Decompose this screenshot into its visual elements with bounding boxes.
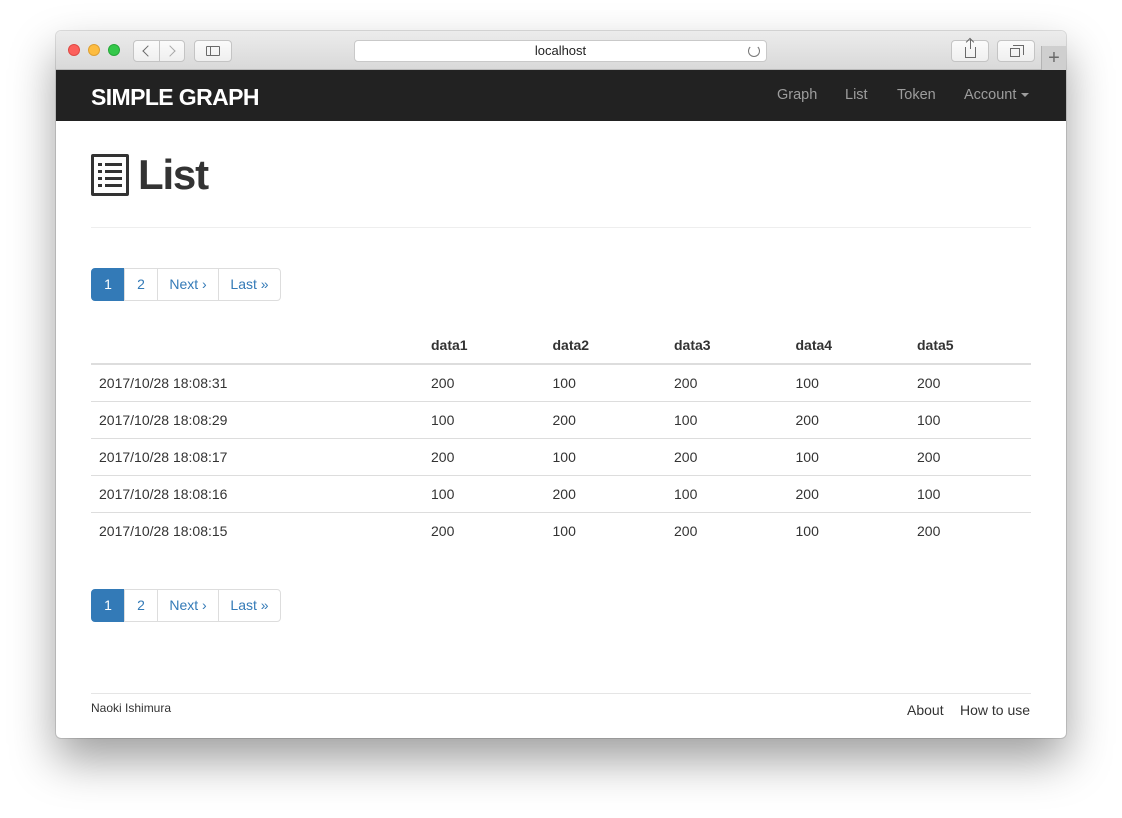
data-table: data1 data2 data3 data4 data5 2017/10/28…	[91, 327, 1031, 549]
cell-data3: 200	[666, 511, 788, 549]
cell-timestamp: 2017/10/28 18:08:31	[99, 374, 228, 391]
history-nav	[133, 40, 185, 62]
cell-data3: 200	[666, 437, 788, 475]
nav-link-graph[interactable]: Graph	[777, 87, 817, 103]
page-link-2[interactable]: 2	[124, 589, 158, 622]
caret-down-icon	[1021, 93, 1030, 98]
nav-account-label: Account	[964, 87, 1017, 103]
browser-window: localhost + SIMPLE GRAPH Graph List Toke…	[56, 31, 1066, 738]
reload-icon[interactable]	[748, 45, 760, 57]
nav-link-list[interactable]: List	[845, 87, 868, 103]
chevron-left-icon	[142, 45, 155, 57]
table-row: 2017/10/28 18:08:15 200 100 200 100 200	[91, 511, 1031, 549]
cell-data4: 100	[795, 374, 819, 391]
cell-data1: 100	[423, 474, 545, 512]
cell-data2: 200	[544, 400, 666, 438]
header-divider	[91, 227, 1031, 228]
page-link-last[interactable]: Last »	[218, 589, 281, 622]
tabs-icon	[1009, 45, 1024, 57]
sidebar-icon	[206, 46, 220, 56]
cell-data2: 100	[544, 437, 666, 475]
page-link-next[interactable]: Next ›	[157, 589, 219, 622]
cell-timestamp: 2017/10/28 18:08:16	[91, 474, 423, 512]
column-header-data2: data2	[544, 327, 666, 365]
cell-data4: 200	[787, 400, 909, 438]
cell-timestamp: 2017/10/28 18:08:17	[91, 437, 423, 475]
address-bar[interactable]: localhost	[354, 40, 767, 62]
nav-link-token[interactable]: Token	[897, 87, 936, 103]
maximize-window-button[interactable]	[108, 44, 120, 56]
column-header-data5: data5	[909, 327, 1031, 365]
cell-data1: 100	[423, 400, 545, 438]
table-row: 2017/10/28 18:08:29 100 200 100 200 100	[91, 400, 1031, 438]
page-link-2[interactable]: 2	[124, 268, 158, 301]
cell-data5: 200	[909, 437, 1031, 475]
sidebar-toggle-button[interactable]	[194, 40, 232, 62]
new-tab-button[interactable]: +	[1041, 46, 1066, 70]
cell-data5: 100	[909, 474, 1031, 512]
column-header-data1: data1	[423, 327, 545, 365]
page-link-next[interactable]: Next ›	[157, 268, 219, 301]
cell-timestamp: 2017/10/28 18:08:15	[91, 511, 423, 549]
list-alt-icon	[91, 154, 129, 196]
share-button[interactable]	[951, 39, 989, 62]
cell-data2: 200	[544, 474, 666, 512]
minimize-window-button[interactable]	[88, 44, 100, 56]
footer-link-how-to-use[interactable]: How to use	[960, 702, 1030, 718]
page-link-1[interactable]: 1	[91, 589, 125, 622]
cell-data4: 100	[787, 437, 909, 475]
page-link-1[interactable]: 1	[91, 268, 125, 301]
table-row: 2017/10/28 18:08:17 200 100 200 100 200	[91, 437, 1031, 475]
navbar: SIMPLE GRAPH Graph List Token Account	[56, 70, 1066, 121]
chevron-right-icon	[164, 45, 176, 57]
close-window-button[interactable]	[68, 44, 80, 56]
cell-data3: 100	[666, 474, 788, 512]
pagination-top: 1 2 Next › Last »	[91, 268, 281, 301]
column-header-data3: data3	[666, 327, 788, 365]
page-title-text: List	[138, 151, 209, 198]
cell-data3: 200	[674, 374, 698, 391]
cell-data1: 200	[423, 511, 545, 549]
back-button[interactable]	[134, 41, 159, 61]
footer-author: Naoki Ishimura	[91, 701, 172, 715]
cell-data4: 200	[787, 474, 909, 512]
cell-data3: 100	[666, 400, 788, 438]
cell-data2: 100	[544, 511, 666, 549]
brand-logo[interactable]: SIMPLE GRAPH	[91, 84, 259, 111]
page-link-last[interactable]: Last »	[218, 268, 281, 301]
nav-account-dropdown[interactable]: Account	[964, 87, 1030, 103]
table-header-row: data1 data2 data3 data4 data5	[91, 327, 1031, 365]
footer-divider	[91, 693, 1031, 694]
cell-data5: 200	[917, 374, 941, 391]
footer-link-about[interactable]: About	[907, 702, 944, 718]
column-header-data4: data4	[787, 327, 909, 365]
pagination-bottom: 1 2 Next › Last »	[91, 589, 281, 622]
cell-data5: 200	[909, 511, 1031, 549]
show-tabs-button[interactable]	[997, 40, 1035, 62]
browser-toolbar: localhost +	[56, 31, 1066, 70]
cell-timestamp: 2017/10/28 18:08:29	[91, 400, 423, 438]
cell-data1: 200	[431, 374, 455, 391]
column-header-timestamp	[91, 327, 423, 365]
page-title: List	[91, 151, 209, 199]
address-text: localhost	[534, 43, 587, 58]
forward-button[interactable]	[158, 41, 184, 61]
cell-data1: 200	[423, 437, 545, 475]
cell-data4: 100	[787, 511, 909, 549]
table-row: 2017/10/28 18:08:31 200 100 200 100 200	[91, 364, 1031, 401]
cell-data5: 100	[909, 400, 1031, 438]
cell-data2: 100	[552, 374, 576, 391]
share-icon	[964, 39, 976, 58]
table-row: 2017/10/28 18:08:16 100 200 100 200 100	[91, 474, 1031, 512]
